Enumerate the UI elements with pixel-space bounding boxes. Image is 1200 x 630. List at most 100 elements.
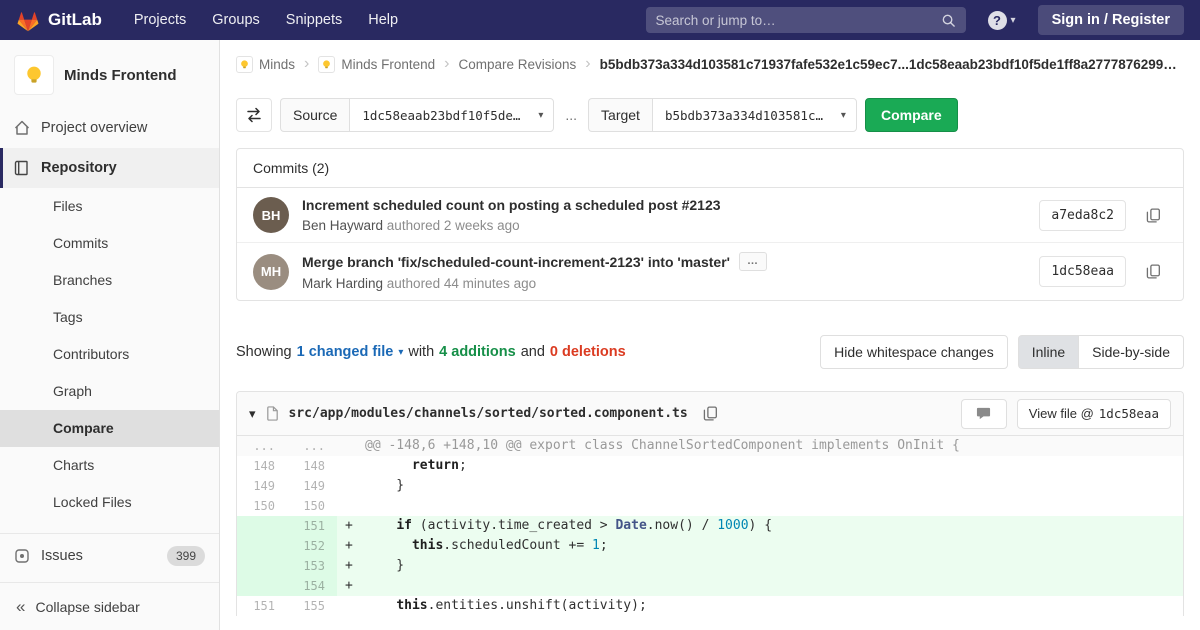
search-input[interactable] (655, 12, 933, 28)
diff-file-path[interactable]: src/app/modules/channels/sorted/sorted.c… (289, 406, 688, 421)
diff-table: ...... @@ -148,6 +148,10 @@ export class … (237, 436, 1183, 616)
additions-count: 4 additions (439, 344, 516, 360)
diff-file-panel: ▾ src/app/modules/channels/sorted/sorted… (236, 391, 1184, 616)
user-avatar[interactable]: MH (253, 253, 289, 290)
sidebar-item-tags[interactable]: Tags (0, 299, 219, 336)
sidebar-item-compare[interactable]: Compare (0, 410, 219, 447)
new-line-number[interactable]: 152 (287, 536, 337, 556)
sidebar-item-files[interactable]: Files (0, 188, 219, 225)
diff-line-code: + this.scheduledCount += 1; (337, 536, 1183, 556)
view-file-sha: 1dc58eaa (1098, 406, 1159, 421)
lightbulb-icon (241, 59, 248, 68)
diff-file-actions: View file @ 1dc58eaa (960, 398, 1171, 429)
showing-label: Showing (236, 344, 292, 360)
old-line-number[interactable] (237, 556, 287, 576)
commit-info: Merge branch 'fix/scheduled-count-increm… (302, 252, 1026, 291)
sidebar-item-graph[interactable]: Graph (0, 373, 219, 410)
collapse-sidebar-button[interactable]: « Collapse sidebar (0, 582, 219, 630)
new-line-number[interactable]: 148 (287, 456, 337, 476)
sidebar-item-commits[interactable]: Commits (0, 225, 219, 262)
breadcrumb-link-minds[interactable]: Minds (236, 55, 296, 73)
sidebar-item-branches[interactable]: Branches (0, 262, 219, 299)
new-line-number[interactable]: 151 (287, 516, 337, 536)
diff-line-code: } (365, 478, 405, 493)
commit-sha[interactable]: a7eda8c2 (1039, 199, 1126, 231)
breadcrumb-link-compare-revisions[interactable]: Compare Revisions (458, 57, 576, 72)
swap-revisions-button[interactable] (236, 98, 272, 132)
old-line-number[interactable] (237, 536, 287, 556)
diff-line-added: 154 + (237, 576, 1183, 596)
copy-sha-button[interactable] (1139, 201, 1167, 229)
old-line-number[interactable]: 151 (237, 596, 287, 616)
new-line-number[interactable]: 150 (287, 496, 337, 516)
nav-link-groups[interactable]: Groups (212, 12, 260, 28)
sign-in-button[interactable]: Sign in / Register (1037, 5, 1184, 35)
target-input-group: Target b5bdb373a334d103581c… ▾ (588, 98, 857, 132)
commit-title-link[interactable]: Merge branch 'fix/scheduled-count-increm… (302, 252, 1026, 271)
and-label: and (520, 344, 545, 360)
sidebar-item-issues[interactable]: Issues 399 (0, 534, 219, 578)
old-line-number[interactable] (237, 576, 287, 596)
commit-author-link[interactable]: Ben Hayward (302, 218, 383, 233)
breadcrumb: Minds › Minds Frontend › Compare Revisions › b… (236, 40, 1184, 88)
old-line-number[interactable]: 149 (237, 476, 287, 496)
commit-title-link[interactable]: Increment scheduled count on posting a s… (302, 197, 1026, 213)
commit-author-link[interactable]: Mark Harding (302, 276, 383, 291)
issues-count-badge: 399 (166, 546, 205, 566)
source-ref-value: 1dc58eaab23bdf10f5de… (362, 107, 521, 123)
sidebar-item-project-overview[interactable]: Project overview (0, 108, 219, 148)
collapse-diff-caret[interactable]: ▾ (249, 406, 256, 422)
help-menu[interactable]: ? ▾ (987, 10, 1016, 30)
diff-line-context: 151 155 this.entities.unshift(activity); (237, 596, 1183, 616)
breadcrumb-link-minds-frontend[interactable]: Minds Frontend (318, 55, 435, 73)
diff-line-prefix: + (345, 518, 353, 533)
old-line-number[interactable]: 150 (237, 496, 287, 516)
copy-sha-button[interactable] (1139, 258, 1167, 286)
expand-commit-message-button[interactable]: … (738, 252, 767, 271)
diff-summary-bar: Showing 1 changed file ▾ with 4 addition… (236, 335, 1184, 369)
inline-view-button[interactable]: Inline (1017, 335, 1080, 369)
commit-sha[interactable]: 1dc58eaa (1039, 256, 1126, 287)
new-line-number[interactable]: 149 (287, 476, 337, 496)
changed-files-dropdown[interactable]: 1 changed file (297, 344, 394, 360)
chevron-down-icon: ▾ (840, 109, 846, 121)
side-by-side-view-button[interactable]: Side-by-side (1079, 335, 1184, 369)
sidebar-item-label: Repository (41, 160, 117, 176)
sidebar-item-contributors[interactable]: Contributors (0, 336, 219, 373)
commits-panel-header: Commits (2) (237, 149, 1183, 188)
nav-link-projects[interactable]: Projects (134, 12, 186, 28)
toggle-comments-button[interactable] (960, 398, 1007, 429)
view-file-button[interactable]: View file @ 1dc58eaa (1016, 398, 1171, 429)
nav-link-help[interactable]: Help (368, 12, 398, 28)
diff-line-code (337, 496, 1183, 516)
gitlab-home-link[interactable]: GitLab (16, 9, 102, 32)
diff-view-actions: Hide whitespace changes Inline Side-by-s… (820, 335, 1184, 369)
breadcrumb-label: Minds (259, 56, 296, 72)
old-line-number[interactable]: ... (237, 436, 287, 456)
new-line-number[interactable]: ... (287, 436, 337, 456)
sidebar-item-charts[interactable]: Charts (0, 447, 219, 484)
breadcrumb-separator-icon: › (444, 55, 450, 72)
target-ref-dropdown[interactable]: b5bdb373a334d103581c… ▾ (651, 98, 857, 132)
new-line-number[interactable]: 155 (287, 596, 337, 616)
chevron-down-icon[interactable]: ▾ (398, 347, 403, 358)
diff-stats-text: Showing 1 changed file ▾ with 4 addition… (236, 344, 626, 360)
search-icon[interactable] (941, 13, 956, 28)
user-avatar[interactable]: BH (253, 197, 289, 233)
project-header[interactable]: Minds Frontend (0, 40, 219, 108)
hide-whitespace-button[interactable]: Hide whitespace changes (820, 335, 1008, 369)
file-icon (265, 406, 280, 421)
copy-file-path-button[interactable] (697, 400, 725, 428)
new-line-number[interactable]: 153 (287, 556, 337, 576)
source-ref-dropdown[interactable]: 1dc58eaab23bdf10f5de… ▾ (349, 98, 555, 132)
new-line-number[interactable]: 154 (287, 576, 337, 596)
compare-button[interactable]: Compare (864, 98, 958, 132)
sidebar-item-repository[interactable]: Repository (0, 148, 219, 188)
search-box[interactable] (645, 7, 966, 33)
old-line-number[interactable] (237, 516, 287, 536)
old-line-number[interactable]: 148 (237, 456, 287, 476)
sidebar-item-locked-files[interactable]: Locked Files (0, 484, 219, 521)
nav-link-snippets[interactable]: Snippets (286, 12, 342, 28)
range-separator: ... (565, 107, 578, 123)
home-icon (14, 120, 30, 136)
